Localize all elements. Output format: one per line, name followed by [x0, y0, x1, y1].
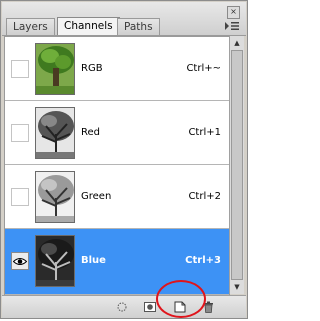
tab-channels[interactable]: Channels [57, 17, 120, 35]
scroll-down-icon[interactable]: ▼ [231, 281, 243, 293]
visibility-toggle[interactable] [11, 124, 29, 142]
channel-thumbnail-blue [35, 235, 75, 287]
new-channel-icon[interactable] [172, 300, 188, 314]
close-icon[interactable]: × [227, 6, 240, 19]
scroll-up-icon[interactable]: ▲ [231, 37, 243, 49]
channel-thumbnail-red [35, 107, 75, 159]
channel-list: RGB Ctrl+~ Red Ctrl+1 Green Ctrl+2 Blue … [4, 36, 230, 296]
channel-row-rgb[interactable]: RGB Ctrl+~ [5, 37, 229, 101]
tab-layers[interactable]: Layers [6, 18, 55, 35]
visibility-toggle[interactable] [11, 188, 29, 206]
channel-shortcut: Ctrl+1 [188, 127, 221, 138]
panel-menu-icon[interactable] [224, 19, 240, 33]
visibility-toggle[interactable] [11, 252, 29, 270]
channel-name: Red [81, 127, 100, 138]
channel-row-green[interactable]: Green Ctrl+2 [5, 165, 229, 229]
channel-thumbnail-green [35, 171, 75, 223]
channel-row-blue[interactable]: Blue Ctrl+3 [5, 229, 229, 295]
channel-shortcut: Ctrl+2 [188, 191, 221, 202]
channel-thumbnail-rgb [35, 43, 75, 95]
vertical-scrollbar[interactable]: ▲ ▼ [229, 36, 244, 294]
channel-row-red[interactable]: Red Ctrl+1 [5, 101, 229, 165]
channel-name: Blue [81, 255, 106, 266]
save-selection-icon[interactable] [142, 300, 158, 314]
channel-shortcut: Ctrl+3 [185, 255, 221, 266]
channel-shortcut: Ctrl+~ [186, 63, 221, 74]
tab-paths[interactable]: Paths [117, 18, 160, 35]
panel-bottom-bar [2, 295, 246, 318]
scroll-thumb[interactable] [231, 50, 243, 280]
channel-name: Green [81, 191, 112, 202]
eye-icon [13, 258, 27, 265]
load-selection-icon[interactable] [114, 300, 130, 314]
visibility-toggle[interactable] [11, 60, 29, 78]
trash-icon[interactable] [200, 300, 216, 314]
panel-tab-bar: × Layers Channels Paths [2, 2, 246, 36]
channels-panel: × Layers Channels Paths RGB Ctrl+~ Red C… [0, 0, 248, 319]
channel-name: RGB [81, 63, 103, 74]
